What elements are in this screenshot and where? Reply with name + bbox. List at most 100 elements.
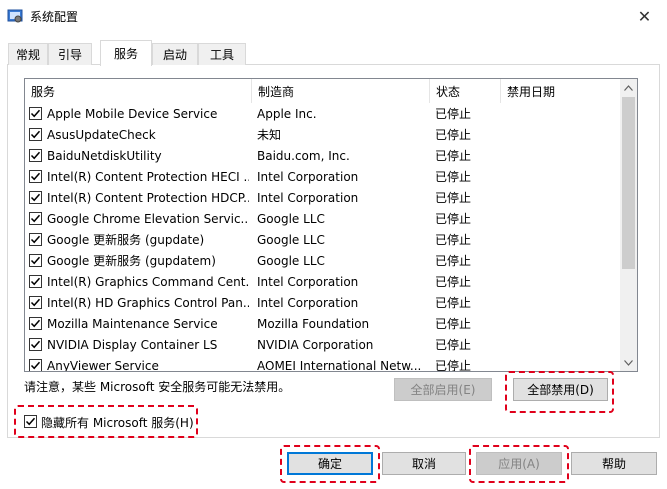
tab-startup[interactable]: 启动 <box>152 43 198 65</box>
service-status: 已停止 <box>435 170 472 184</box>
service-status: 已停止 <box>435 233 472 247</box>
service-checkbox[interactable] <box>29 254 42 267</box>
service-checkbox[interactable] <box>29 275 42 288</box>
service-row[interactable]: Apple Mobile Device Service Apple Inc. 已停止 <box>25 103 621 124</box>
service-row[interactable]: Google 更新服务 (gupdate) Google LLC 已停止 <box>25 229 621 250</box>
column-header-service[interactable]: 服务 <box>25 79 252 103</box>
service-row[interactable]: BaiduNetdiskUtility Baidu.com, Inc. 已停止 <box>25 145 621 166</box>
service-checkbox[interactable] <box>29 128 42 141</box>
service-name: BaiduNetdiskUtility <box>47 148 162 163</box>
ok-button[interactable]: 确定 <box>287 452 373 475</box>
window-title: 系统配置 <box>30 10 79 24</box>
service-checkbox[interactable] <box>29 359 42 371</box>
column-header-status[interactable]: 状态 <box>430 79 501 103</box>
service-disable-date <box>507 124 617 145</box>
service-disable-date <box>507 229 617 250</box>
service-checkbox[interactable] <box>29 233 42 246</box>
service-status: 已停止 <box>435 191 472 205</box>
service-disable-date <box>507 250 617 271</box>
service-status: 已停止 <box>435 359 472 372</box>
service-name: NVIDIA Display Container LS <box>47 337 218 352</box>
service-status: 已停止 <box>435 107 472 121</box>
service-checkbox[interactable] <box>29 296 42 309</box>
column-header-manufacturer[interactable]: 制造商 <box>252 79 430 103</box>
service-row[interactable]: Intel(R) Content Protection HDCP... Intel… <box>25 187 621 208</box>
service-disable-date <box>507 313 617 334</box>
service-manufacturer: Apple Inc. <box>257 106 317 121</box>
service-status: 已停止 <box>435 338 472 352</box>
service-name: AsusUpdateCheck <box>47 127 156 142</box>
service-checkbox[interactable] <box>29 212 42 225</box>
service-checkbox[interactable] <box>29 191 42 204</box>
services-list[interactable]: 服务 制造商 状态 禁用日期 Apple Mobile Device Servi… <box>24 78 638 372</box>
service-disable-date <box>507 355 617 371</box>
service-manufacturer: Google LLC <box>257 232 325 247</box>
service-name: Intel(R) Content Protection HDCP... <box>47 190 249 205</box>
service-checkbox[interactable] <box>29 338 42 351</box>
service-row[interactable]: Intel(R) Content Protection HECI ... Inte… <box>25 166 621 187</box>
service-checkbox[interactable] <box>29 317 42 330</box>
service-manufacturer: Baidu.com, Inc. <box>257 148 350 163</box>
hide-ms-services-label[interactable]: 隐藏所有 Microsoft 服务(H) <box>41 414 194 431</box>
service-manufacturer: Intel Corporation <box>257 169 359 184</box>
column-header-disable-date[interactable]: 禁用日期 <box>501 79 621 103</box>
service-row[interactable]: AnyViewer Service AOMEI International Net… <box>25 355 621 372</box>
service-disable-date <box>507 271 617 292</box>
title-bar <box>0 0 667 32</box>
service-name: Google 更新服务 (gupdatem) <box>47 254 216 268</box>
service-manufacturer: NVIDIA Corporation <box>257 337 374 352</box>
service-name: Apple Mobile Device Service <box>47 106 218 121</box>
help-button[interactable]: 帮助 <box>571 452 657 475</box>
service-manufacturer: Intel Corporation <box>257 295 359 310</box>
service-status: 已停止 <box>435 212 472 226</box>
service-manufacturer: Intel Corporation <box>257 190 359 205</box>
service-row[interactable]: AsusUpdateCheck 未知 已停止 <box>25 124 621 145</box>
service-manufacturer: 未知 <box>257 128 282 142</box>
service-status: 已停止 <box>435 275 472 289</box>
service-name: Google 更新服务 (gupdate) <box>47 233 205 247</box>
close-icon[interactable]: ✕ <box>622 0 667 32</box>
service-row[interactable]: NVIDIA Display Container LS NVIDIA Corpor… <box>25 334 621 355</box>
service-row[interactable]: Google 更新服务 (gupdatem) Google LLC 已停止 <box>25 250 621 271</box>
service-row[interactable]: Mozilla Maintenance Service Mozilla Found… <box>25 313 621 334</box>
service-disable-date <box>507 103 617 124</box>
hide-ms-services-checkbox[interactable] <box>24 415 37 428</box>
system-config-icon <box>7 8 23 24</box>
service-name: Mozilla Maintenance Service <box>47 316 218 331</box>
service-manufacturer: Google LLC <box>257 211 325 226</box>
tab-boot[interactable]: 引导 <box>48 43 92 65</box>
disable-all-button[interactable]: 全部禁用(D) <box>513 378 608 401</box>
service-status: 已停止 <box>435 296 472 310</box>
scroll-up-icon[interactable] <box>620 79 637 96</box>
service-disable-date <box>507 208 617 229</box>
cancel-button[interactable]: 取消 <box>382 452 466 475</box>
service-checkbox[interactable] <box>29 107 42 120</box>
enable-all-button[interactable]: 全部启用(E) <box>394 378 492 401</box>
service-row[interactable]: Intel(R) Graphics Command Cent... Intel C… <box>25 271 621 292</box>
tab-tools[interactable]: 工具 <box>198 43 246 65</box>
tab-services[interactable]: 服务 <box>100 40 152 66</box>
service-status: 已停止 <box>435 128 472 142</box>
tab-general[interactable]: 常规 <box>8 43 48 65</box>
service-disable-date <box>507 187 617 208</box>
service-status: 已停止 <box>435 149 472 163</box>
security-note: 请注意，某些 Microsoft 安全服务可能无法禁用。 <box>24 380 291 394</box>
service-manufacturer: Google LLC <box>257 253 325 268</box>
service-manufacturer: Intel Corporation <box>257 274 359 289</box>
service-disable-date <box>507 334 617 355</box>
service-name: Intel(R) HD Graphics Control Pan... <box>47 295 249 310</box>
service-name: Google Chrome Elevation Servic... <box>47 211 249 226</box>
service-name: Intel(R) Content Protection HECI ... <box>47 169 249 184</box>
apply-button[interactable]: 应用(A) <box>476 452 562 475</box>
service-checkbox[interactable] <box>29 170 42 183</box>
service-disable-date <box>507 145 617 166</box>
scrollbar-thumb[interactable] <box>622 97 635 269</box>
scroll-down-icon[interactable] <box>620 354 637 371</box>
service-status: 已停止 <box>435 254 472 268</box>
service-manufacturer: AOMEI International Netw... <box>257 358 422 372</box>
service-name: AnyViewer Service <box>47 358 159 372</box>
service-checkbox[interactable] <box>29 149 42 162</box>
service-name: Intel(R) Graphics Command Cent... <box>47 274 249 289</box>
service-row[interactable]: Google Chrome Elevation Servic... Google … <box>25 208 621 229</box>
service-row[interactable]: Intel(R) HD Graphics Control Pan... Intel… <box>25 292 621 313</box>
